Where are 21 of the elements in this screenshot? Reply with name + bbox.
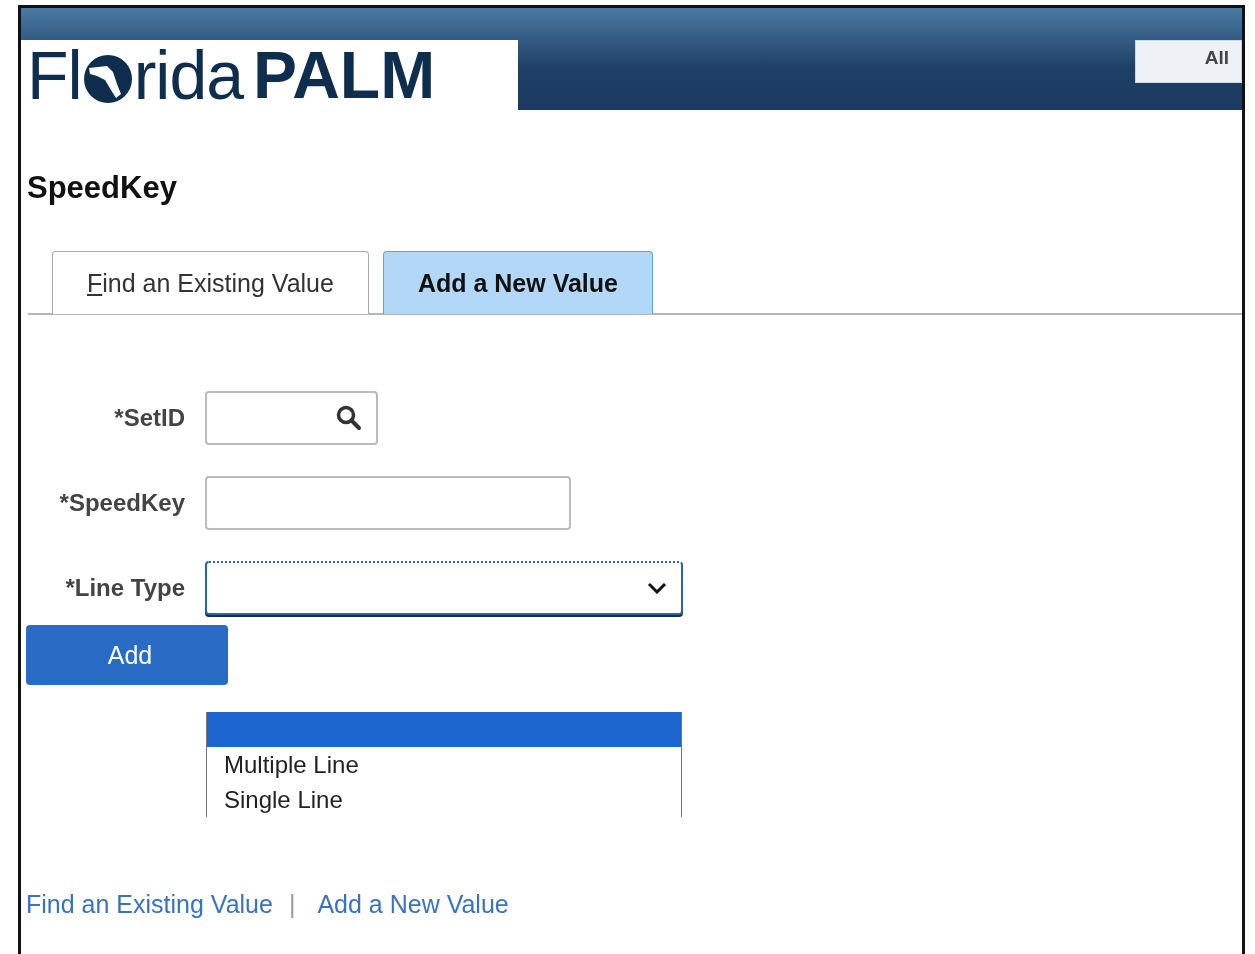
field-label: *SpeedKey bbox=[58, 488, 185, 517]
input-field[interactable] bbox=[205, 475, 571, 530]
dropdown-field[interactable] bbox=[205, 560, 683, 615]
footer-link[interactable]: Add a New Value bbox=[317, 890, 509, 919]
field-label: *Line Type bbox=[64, 573, 185, 602]
chevron-down-icon bbox=[647, 581, 667, 594]
logo-text: Fl bbox=[27, 41, 82, 109]
tab[interactable]: Add a New Value bbox=[382, 251, 653, 314]
page-title: SpeedKey bbox=[27, 170, 178, 206]
setid-field[interactable] bbox=[205, 390, 378, 445]
field-label: *SetID bbox=[113, 403, 185, 432]
tab[interactable]: Find an Existing Value bbox=[52, 251, 369, 314]
search-icon[interactable] bbox=[336, 404, 362, 431]
footer-link[interactable]: Find an Existing Value bbox=[26, 890, 273, 919]
logo-text: PALM bbox=[253, 42, 436, 108]
link-separator: | bbox=[288, 890, 296, 919]
dropdown-option[interactable]: Single Line bbox=[207, 782, 681, 817]
logo-text: rida bbox=[133, 41, 244, 109]
add-button[interactable]: Add bbox=[26, 625, 228, 685]
dropdown-option[interactable]: Multiple Line bbox=[207, 747, 681, 782]
search-scope-button[interactable]: All bbox=[1135, 40, 1242, 83]
